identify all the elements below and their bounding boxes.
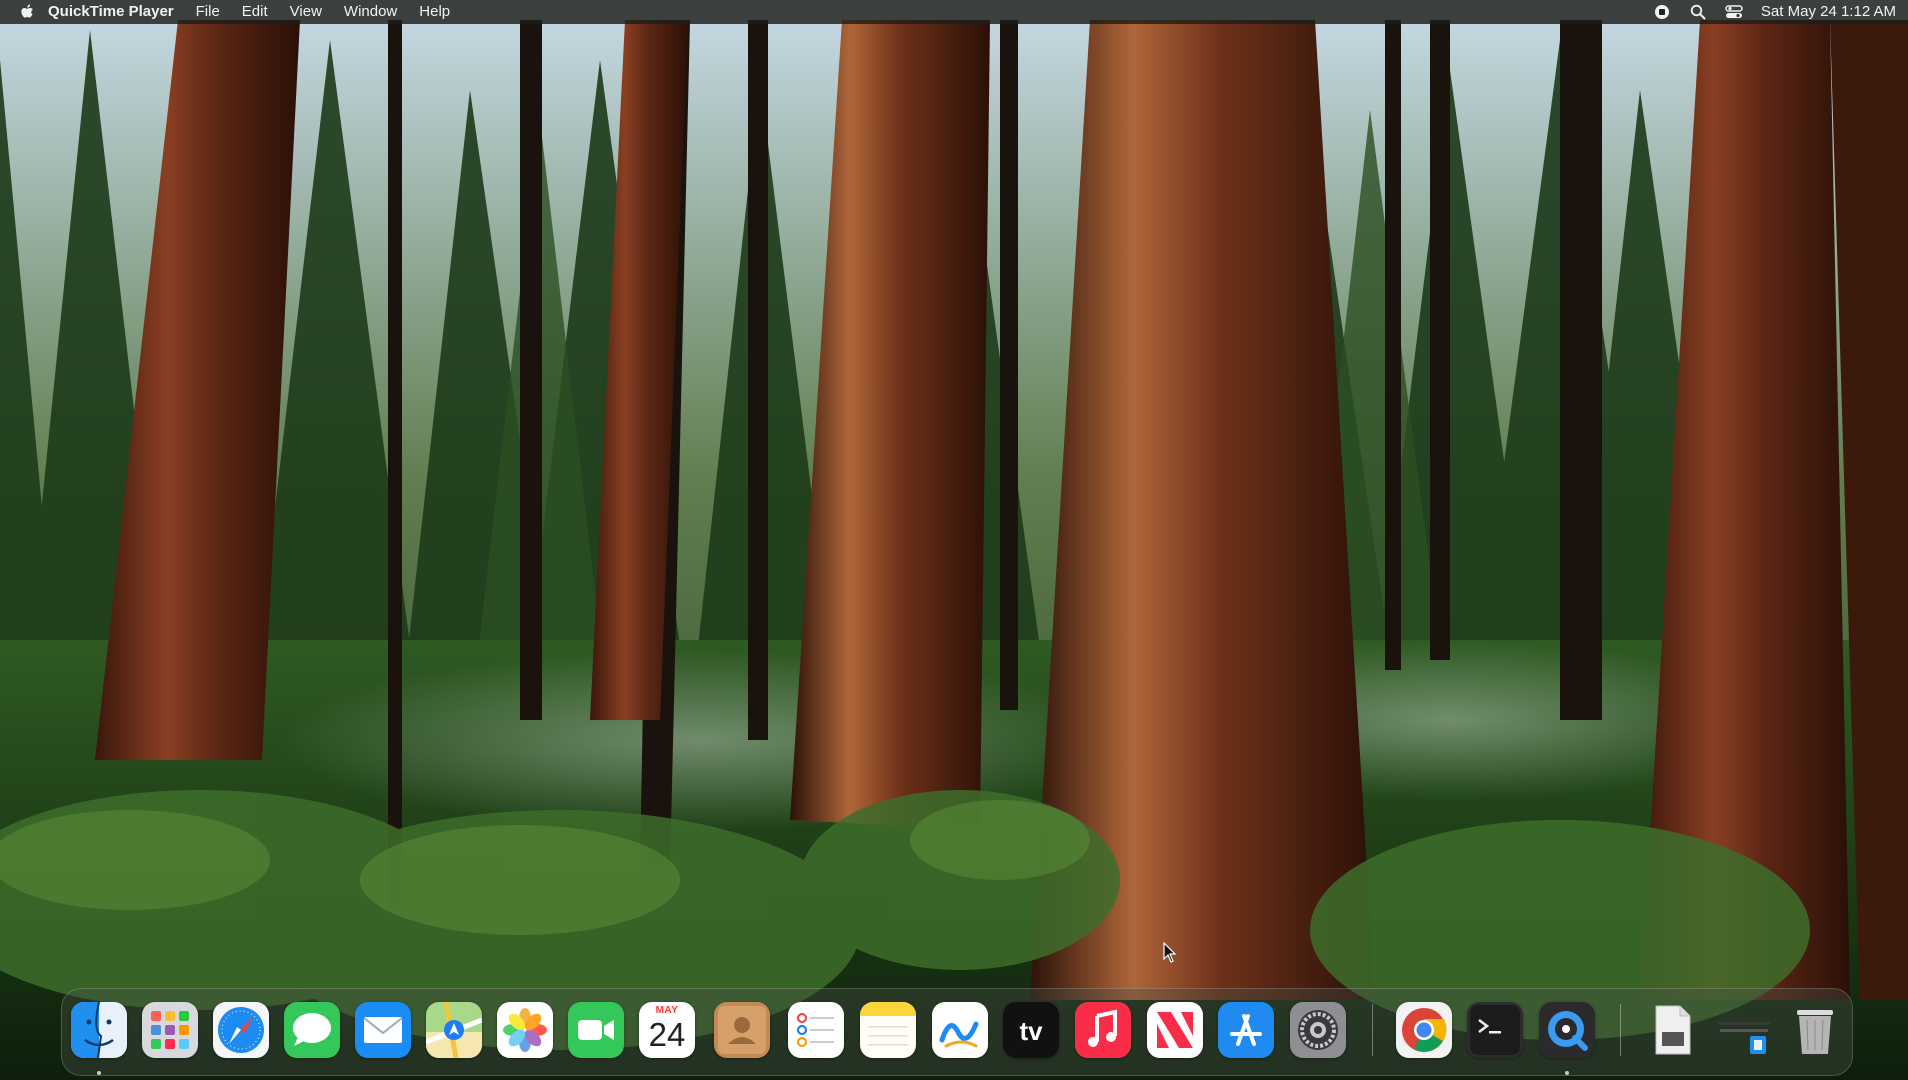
dock-app-freeform[interactable] bbox=[932, 1002, 988, 1058]
menu-edit[interactable]: Edit bbox=[231, 0, 279, 24]
dock-item-document[interactable] bbox=[1644, 1002, 1700, 1058]
dock-app-safari[interactable] bbox=[213, 1002, 269, 1058]
dock-app-maps[interactable] bbox=[426, 1002, 482, 1058]
desktop-wallpaper bbox=[0, 0, 1908, 1080]
apple-tv-icon: tv bbox=[1019, 1016, 1043, 1046]
dock-app-app-store[interactable] bbox=[1218, 1002, 1274, 1058]
dock-app-launchpad[interactable] bbox=[142, 1002, 198, 1058]
launchpad-icon bbox=[142, 1002, 198, 1058]
control-center-icon[interactable] bbox=[1725, 3, 1743, 21]
messages-icon bbox=[284, 1002, 340, 1058]
music-icon bbox=[1075, 1002, 1131, 1058]
dock-app-terminal[interactable] bbox=[1467, 1002, 1523, 1058]
dock-app-tv[interactable]: tv bbox=[1003, 1002, 1059, 1058]
dock-app-facetime[interactable] bbox=[568, 1002, 624, 1058]
dock-app-reminders[interactable] bbox=[788, 1002, 844, 1058]
dock-app-mail[interactable] bbox=[355, 1002, 411, 1058]
dock-app-contacts[interactable] bbox=[714, 1002, 770, 1058]
screen-record-icon[interactable] bbox=[1653, 3, 1671, 21]
dock-app-finder[interactable] bbox=[71, 1002, 127, 1058]
dock-app-news[interactable] bbox=[1147, 1002, 1203, 1058]
maps-icon bbox=[426, 1002, 482, 1058]
dock-app-messages[interactable] bbox=[284, 1002, 340, 1058]
running-indicator-quicktime-player bbox=[1565, 1071, 1569, 1075]
dock-app-quicktime-player[interactable] bbox=[1539, 1002, 1595, 1058]
trash-icon bbox=[1797, 1010, 1833, 1054]
document-icon bbox=[1655, 1005, 1691, 1055]
menu-bar-clock[interactable]: Sat May 24 1:12 AM bbox=[1761, 0, 1896, 24]
menu-file[interactable]: File bbox=[185, 0, 231, 24]
app-store-icon bbox=[1218, 1002, 1274, 1058]
terminal-icon bbox=[1467, 1002, 1523, 1058]
dock-app-music[interactable] bbox=[1075, 1002, 1131, 1058]
downloads-stack-icon bbox=[1718, 1022, 1770, 1054]
dock-app-system-settings[interactable] bbox=[1290, 1002, 1346, 1058]
mail-icon bbox=[355, 1002, 411, 1058]
freeform-icon bbox=[932, 1002, 988, 1058]
menu-help[interactable]: Help bbox=[408, 0, 461, 24]
menu-view[interactable]: View bbox=[279, 0, 333, 24]
photos-icon bbox=[497, 1002, 553, 1058]
safari-icon bbox=[213, 1002, 269, 1058]
app-menu-quicktime-player[interactable]: QuickTime Player bbox=[36, 0, 185, 24]
finder-icon bbox=[71, 1002, 127, 1058]
dock-app-notes[interactable] bbox=[860, 1002, 916, 1058]
menu-window[interactable]: Window bbox=[333, 0, 408, 24]
calendar-day: 24 bbox=[648, 1016, 686, 1053]
system-settings-icon bbox=[1290, 1002, 1346, 1058]
dock-separator bbox=[1372, 1004, 1373, 1056]
quicktime-icon bbox=[1539, 1002, 1595, 1058]
dock-separator bbox=[1620, 1004, 1621, 1056]
menu-bar: QuickTime Player File Edit View Window H… bbox=[0, 0, 1908, 24]
spotlight-search-icon[interactable] bbox=[1689, 3, 1707, 21]
mouse-pointer-icon bbox=[1163, 942, 1177, 963]
dock-stack-downloads[interactable] bbox=[1716, 1002, 1772, 1058]
news-icon bbox=[1147, 1002, 1203, 1058]
contacts-icon bbox=[714, 1002, 770, 1058]
dock-app-photos[interactable] bbox=[497, 1002, 553, 1058]
dock-trash[interactable] bbox=[1787, 1002, 1843, 1058]
apple-menu-icon[interactable] bbox=[20, 3, 36, 21]
running-indicator-finder bbox=[97, 1071, 101, 1075]
dock-app-calendar[interactable]: MAY 24 bbox=[639, 1002, 695, 1058]
facetime-icon bbox=[568, 1002, 624, 1058]
chrome-icon bbox=[1396, 1002, 1452, 1058]
notes-icon bbox=[860, 1002, 916, 1058]
reminders-icon bbox=[788, 1002, 844, 1058]
dock-app-chrome[interactable] bbox=[1396, 1002, 1452, 1058]
calendar-month: MAY bbox=[655, 1005, 679, 1016]
